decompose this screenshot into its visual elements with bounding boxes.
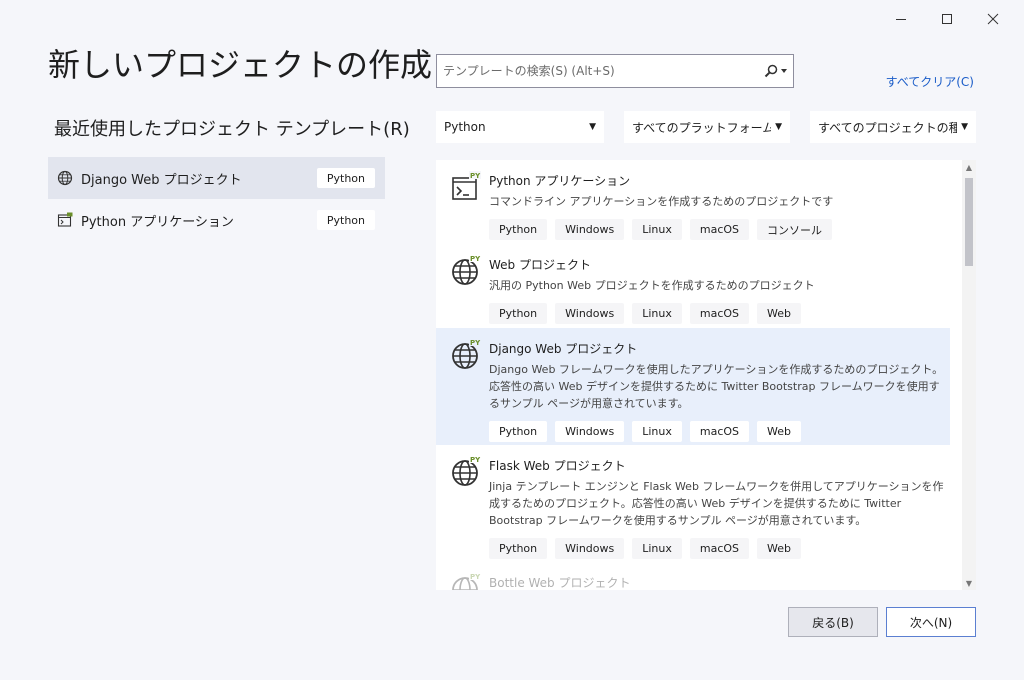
maximize-icon	[942, 14, 952, 24]
recent-item-python-app[interactable]: Python アプリケーション Python	[48, 199, 385, 241]
language-tag: Python	[316, 168, 375, 188]
template-search-box	[436, 54, 794, 88]
tag: Windows	[555, 303, 625, 324]
scroll-thumb[interactable]	[965, 178, 973, 266]
language-tag: Python	[316, 210, 375, 230]
tag: macOS	[689, 538, 750, 559]
recent-item-label: Django Web プロジェクト	[81, 172, 242, 188]
template-tags: Python Windows Linux macOS Web	[489, 538, 950, 559]
svg-text:PY: PY	[470, 339, 481, 347]
minimize-icon	[896, 19, 906, 20]
template-name: Django Web プロジェクト	[489, 342, 638, 356]
tag: macOS	[689, 303, 750, 324]
maximize-button[interactable]	[924, 6, 970, 32]
python-app-icon: PY	[452, 171, 481, 200]
template-tags: Python Windows Linux macOS Web	[489, 421, 950, 442]
template-description: Django Web フレームワークを使用したアプリケーションを作成するためのプ…	[489, 363, 944, 410]
search-button[interactable]	[764, 64, 793, 78]
template-item-flask[interactable]: PY Flask Web プロジェクト Jinja テンプレート エンジンと F…	[436, 445, 950, 562]
tag: Windows	[555, 421, 625, 442]
tag: Web	[757, 303, 802, 324]
search-icon	[764, 64, 778, 78]
tag: Windows	[555, 219, 625, 240]
chevron-down-icon: ▼	[589, 122, 596, 132]
template-description: 汎用の Python Web プロジェクトを作成するためのプロジェクト	[489, 279, 815, 292]
platform-filter[interactable]: すべてのプラットフォーム(P) ▼	[624, 111, 790, 143]
tag: Web	[757, 538, 802, 559]
recent-templates-heading: 最近使用したプロジェクト テンプレート(R)	[54, 119, 410, 140]
tag: Python	[489, 538, 548, 559]
svg-text:PY: PY	[470, 255, 481, 263]
template-list-scrollbar[interactable]: ▲ ▼	[962, 160, 976, 590]
minimize-button[interactable]	[878, 6, 924, 32]
template-description: Jinja テンプレート エンジンと Flask Web フレームワークを併用し…	[489, 480, 944, 527]
clear-all-link[interactable]: すべてクリア(C)	[886, 73, 974, 90]
template-search-input[interactable]	[437, 54, 764, 88]
tag: Python	[489, 303, 548, 324]
globe-py-icon: PY	[452, 572, 482, 590]
language-filter-value: Python	[444, 120, 486, 134]
template-tags: Python Windows Linux macOS Web	[489, 303, 950, 324]
recent-templates-list: Django Web プロジェクト Python Python アプリケーション…	[48, 157, 385, 241]
tag: Web	[757, 421, 802, 442]
tag: Linux	[632, 303, 682, 324]
template-description: コマンドライン アプリケーションを作成するためのプロジェクトです	[489, 195, 834, 208]
template-name: Web プロジェクト	[489, 258, 591, 272]
platform-filter-value: すべてのプラットフォーム(P)	[632, 120, 772, 135]
template-tags: Python Windows Linux macOS コンソール	[489, 219, 950, 240]
svg-text:PY: PY	[470, 573, 481, 581]
template-name: Bottle Web プロジェクト	[489, 576, 631, 590]
next-button[interactable]: 次へ(N)	[886, 607, 976, 637]
template-name: Flask Web プロジェクト	[489, 459, 626, 473]
template-list: PY Python アプリケーション コマンドライン アプリケーションを作成する…	[436, 160, 976, 590]
template-item-django[interactable]: PY Django Web プロジェクト Django Web フレームワークを…	[436, 328, 950, 445]
scroll-up-arrow-icon[interactable]: ▲	[962, 160, 976, 174]
globe-icon	[56, 169, 74, 187]
language-filter[interactable]: Python ▼	[436, 111, 604, 143]
svg-text:PY: PY	[470, 456, 481, 464]
tag: macOS	[689, 421, 750, 442]
template-item-bottle[interactable]: PY Bottle Web プロジェクト	[436, 562, 950, 590]
svg-text:PY: PY	[470, 172, 481, 180]
python-app-icon	[56, 211, 74, 229]
recent-item-django[interactable]: Django Web プロジェクト Python	[48, 157, 385, 199]
globe-py-icon: PY	[452, 254, 482, 285]
template-item-python-app[interactable]: PY Python アプリケーション コマンドライン アプリケーションを作成する…	[436, 160, 950, 244]
window-controls	[878, 6, 1016, 32]
chevron-down-icon: ▼	[775, 122, 782, 132]
tag: コンソール	[757, 219, 833, 240]
close-icon	[987, 13, 999, 25]
globe-py-icon: PY	[452, 455, 482, 486]
tag: macOS	[689, 219, 750, 240]
template-name: Python アプリケーション	[489, 174, 631, 188]
tag: Linux	[632, 219, 682, 240]
page-title: 新しいプロジェクトの作成	[48, 46, 433, 84]
back-button[interactable]: 戻る(B)	[788, 607, 878, 637]
tag: Windows	[555, 538, 625, 559]
recent-item-label: Python アプリケーション	[81, 214, 234, 230]
globe-py-icon: PY	[452, 338, 482, 369]
project-type-filter[interactable]: すべてのプロジェクトの種類... ▼	[810, 111, 976, 143]
tag: Linux	[632, 538, 682, 559]
tag: Python	[489, 219, 548, 240]
scroll-down-arrow-icon[interactable]: ▼	[962, 576, 976, 590]
close-button[interactable]	[970, 6, 1016, 32]
chevron-down-icon	[781, 69, 787, 73]
tag: Linux	[632, 421, 682, 442]
project-type-filter-value: すべてのプロジェクトの種類...	[818, 120, 958, 135]
tag: Python	[489, 421, 548, 442]
chevron-down-icon: ▼	[961, 122, 968, 132]
template-item-web[interactable]: PY Web プロジェクト 汎用の Python Web プロジェクトを作成する…	[436, 244, 950, 328]
